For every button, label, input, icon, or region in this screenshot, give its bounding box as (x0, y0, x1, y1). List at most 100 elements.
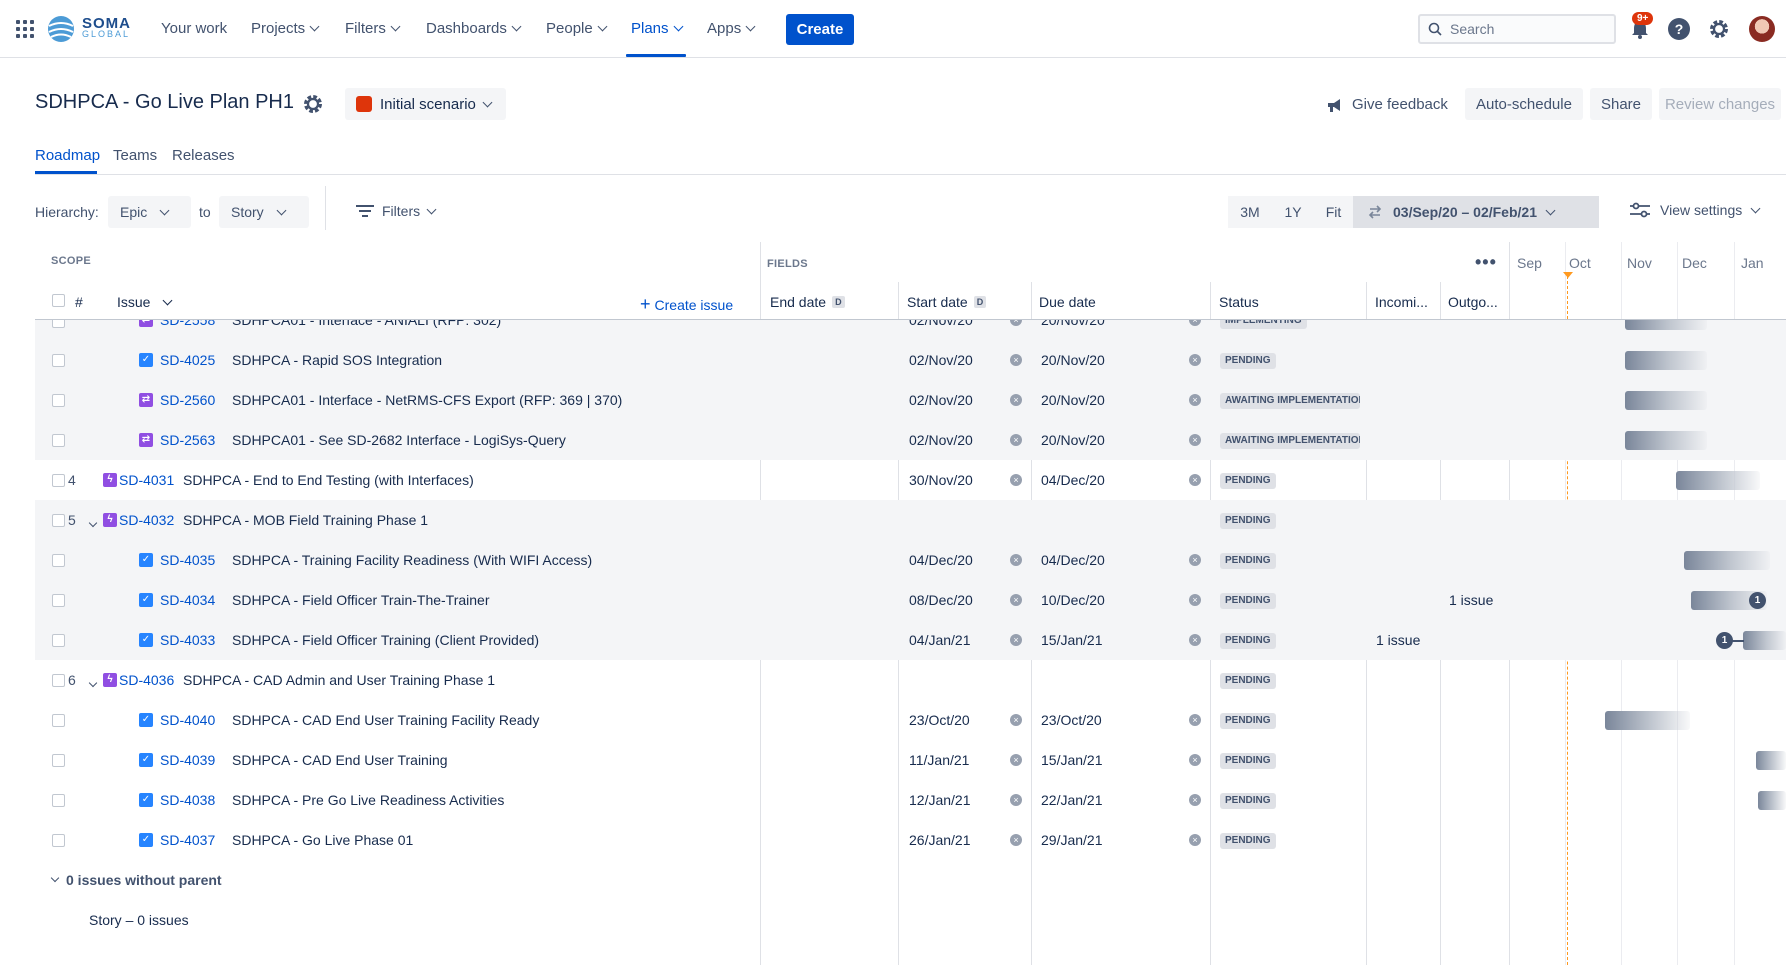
col-header-start-date[interactable]: Start date D (907, 294, 987, 310)
chevron-down-icon[interactable] (87, 513, 101, 528)
start-date-value[interactable]: 26/Jan/21 (909, 832, 971, 848)
due-date-value[interactable]: 04/Dec/20 (1041, 472, 1105, 488)
user-avatar[interactable] (1749, 16, 1775, 42)
nav-dashboards[interactable]: Dashboards (426, 20, 522, 37)
start-date-value[interactable]: 08/Dec/20 (909, 592, 973, 608)
clear-date-icon[interactable]: × (1010, 634, 1022, 646)
status-lozenge[interactable]: PENDING (1220, 593, 1276, 609)
row-checkbox[interactable] (52, 320, 65, 328)
status-lozenge[interactable]: PENDING (1220, 793, 1276, 809)
status-lozenge[interactable]: PENDING (1220, 673, 1276, 689)
issue-row[interactable]: 4 ϟ SD-4031 SDHPCA - End to End Testing (wi… (35, 460, 1786, 500)
tab-teams[interactable]: Teams (113, 147, 157, 164)
issue-summary[interactable]: SDHPCA - Field Officer Training (Client … (232, 632, 539, 648)
clear-date-icon[interactable]: × (1189, 634, 1201, 646)
soma-global-logo[interactable]: SOMA GLOBAL (46, 14, 131, 44)
due-date-value[interactable]: 15/Jan/21 (1041, 752, 1103, 768)
issue-key-link[interactable]: SD-4025 (160, 352, 215, 368)
view-settings-button[interactable]: View settings (1630, 202, 1761, 218)
status-lozenge[interactable]: AWAITING IMPLEMENTATION (1220, 393, 1360, 409)
issue-summary[interactable]: SDHPCA - Pre Go Live Readiness Activitie… (232, 792, 504, 808)
issue-key-link[interactable]: SD-4032 (119, 512, 174, 528)
help-icon[interactable]: ? (1668, 18, 1690, 40)
clear-date-icon[interactable]: × (1189, 594, 1201, 606)
nav-filters[interactable]: Filters (345, 20, 401, 37)
nav-your-work[interactable]: Your work (161, 20, 227, 37)
row-checkbox[interactable] (52, 434, 65, 447)
status-lozenge[interactable]: PENDING (1220, 633, 1276, 649)
nav-people[interactable]: People (546, 20, 608, 37)
due-date-value[interactable]: 20/Nov/20 (1041, 432, 1105, 448)
status-lozenge[interactable]: AWAITING IMPLEMENTATION (1220, 433, 1360, 449)
col-header-issue[interactable]: Issue (117, 294, 173, 310)
row-checkbox[interactable] (52, 394, 65, 407)
issue-summary[interactable]: SDHPCA - Rapid SOS Integration (232, 352, 442, 368)
row-checkbox[interactable] (52, 754, 65, 767)
issue-summary[interactable]: SDHPCA - Go Live Phase 01 (232, 832, 413, 848)
row-checkbox[interactable] (52, 554, 65, 567)
give-feedback-button[interactable]: Give feedback (1326, 96, 1448, 113)
issue-row[interactable]: ⇄ SD-2563 SDHPCA01 - See SD-2682 Interface… (35, 420, 1786, 460)
row-checkbox[interactable] (52, 674, 65, 687)
start-date-value[interactable]: 02/Nov/20 (909, 320, 973, 328)
issue-row[interactable]: ✓ SD-4038 SDHPCA - Pre Go Live Readiness A… (35, 780, 1786, 820)
clear-date-icon[interactable]: × (1010, 554, 1022, 566)
issue-key-link[interactable]: SD-4034 (160, 592, 215, 608)
issue-key-link[interactable]: SD-4035 (160, 552, 215, 568)
issue-row[interactable]: 5 ϟ SD-4032 SDHPCA - MOB Field Training Pha… (35, 500, 1786, 540)
clear-date-icon[interactable]: × (1010, 320, 1022, 326)
issue-row[interactable]: ✓ SD-4033 SDHPCA - Field Officer Training … (35, 620, 1786, 660)
nav-apps[interactable]: Apps (707, 20, 756, 37)
date-range-picker[interactable]: 03/Sep/20 – 02/Feb/21 (1353, 196, 1599, 228)
due-date-value[interactable]: 29/Jan/21 (1041, 832, 1103, 848)
chevron-down-icon[interactable] (87, 673, 101, 688)
issues-without-parent-toggle[interactable]: 0 issues without parent (50, 872, 222, 888)
timeline-bar[interactable] (1756, 751, 1786, 770)
start-date-value[interactable]: 02/Nov/20 (909, 352, 973, 368)
start-date-value[interactable]: 04/Jan/21 (909, 632, 971, 648)
tab-releases[interactable]: Releases (172, 147, 235, 164)
review-changes-button[interactable]: Review changes (1659, 88, 1781, 120)
row-checkbox[interactable] (52, 474, 65, 487)
app-switcher-icon[interactable] (16, 20, 34, 38)
start-date-value[interactable]: 02/Nov/20 (909, 392, 973, 408)
search-input[interactable] (1450, 21, 1600, 37)
issue-row[interactable]: ✓ SD-4034 SDHPCA - Field Officer Train-The… (35, 580, 1786, 620)
due-date-value[interactable]: 22/Jan/21 (1041, 792, 1103, 808)
issue-row[interactable]: ✓ SD-4035 SDHPCA - Training Facility Readi… (35, 540, 1786, 580)
clear-date-icon[interactable]: × (1010, 354, 1022, 366)
filters-button[interactable]: Filters (356, 203, 437, 219)
status-lozenge[interactable]: PENDING (1220, 473, 1276, 489)
status-lozenge[interactable]: PENDING (1220, 553, 1276, 569)
row-checkbox[interactable] (52, 594, 65, 607)
issue-row[interactable]: ⇄ SD-2558 SDHPCA01 - Interface - ANIALI (R… (35, 320, 1786, 340)
start-date-value[interactable]: 11/Jan/21 (909, 752, 969, 768)
issue-key-link[interactable]: SD-4036 (119, 672, 174, 688)
settings-gear-icon[interactable] (1708, 18, 1730, 40)
issue-summary[interactable]: SDHPCA - Field Officer Train-The-Trainer (232, 592, 490, 608)
timeline-bar[interactable] (1684, 551, 1770, 570)
col-header-incoming[interactable]: Incomi... (1375, 294, 1428, 310)
issue-summary[interactable]: SDHPCA01 - See SD-2682 Interface - LogiS… (232, 432, 566, 448)
range-fit-button[interactable]: Fit (1314, 196, 1353, 228)
clear-date-icon[interactable]: × (1189, 554, 1201, 566)
col-header-outgoing[interactable]: Outgo... (1448, 294, 1498, 310)
clear-date-icon[interactable]: × (1189, 834, 1201, 846)
create-button[interactable]: Create (786, 14, 854, 45)
issue-summary[interactable]: SDHPCA - CAD End User Training Facility … (232, 712, 539, 728)
tab-roadmap[interactable]: Roadmap (35, 147, 100, 164)
timeline-bar[interactable] (1758, 791, 1786, 810)
clear-date-icon[interactable]: × (1010, 794, 1022, 806)
auto-schedule-button[interactable]: Auto-schedule (1465, 88, 1583, 120)
clear-date-icon[interactable]: × (1010, 434, 1022, 446)
clear-date-icon[interactable]: × (1010, 714, 1022, 726)
issue-summary[interactable]: SDHPCA - Training Facility Readiness (Wi… (232, 552, 592, 568)
clear-date-icon[interactable]: × (1010, 474, 1022, 486)
issue-summary[interactable]: SDHPCA - CAD End User Training (232, 752, 448, 768)
issue-key-link[interactable]: SD-4031 (119, 472, 174, 488)
issue-summary[interactable]: SDHPCA01 - Interface - NetRMS-CFS Export… (232, 392, 622, 408)
col-header-status[interactable]: Status (1219, 294, 1259, 310)
clear-date-icon[interactable]: × (1010, 834, 1022, 846)
incoming-dependencies[interactable]: 1 issue (1376, 632, 1420, 648)
clear-date-icon[interactable]: × (1010, 394, 1022, 406)
